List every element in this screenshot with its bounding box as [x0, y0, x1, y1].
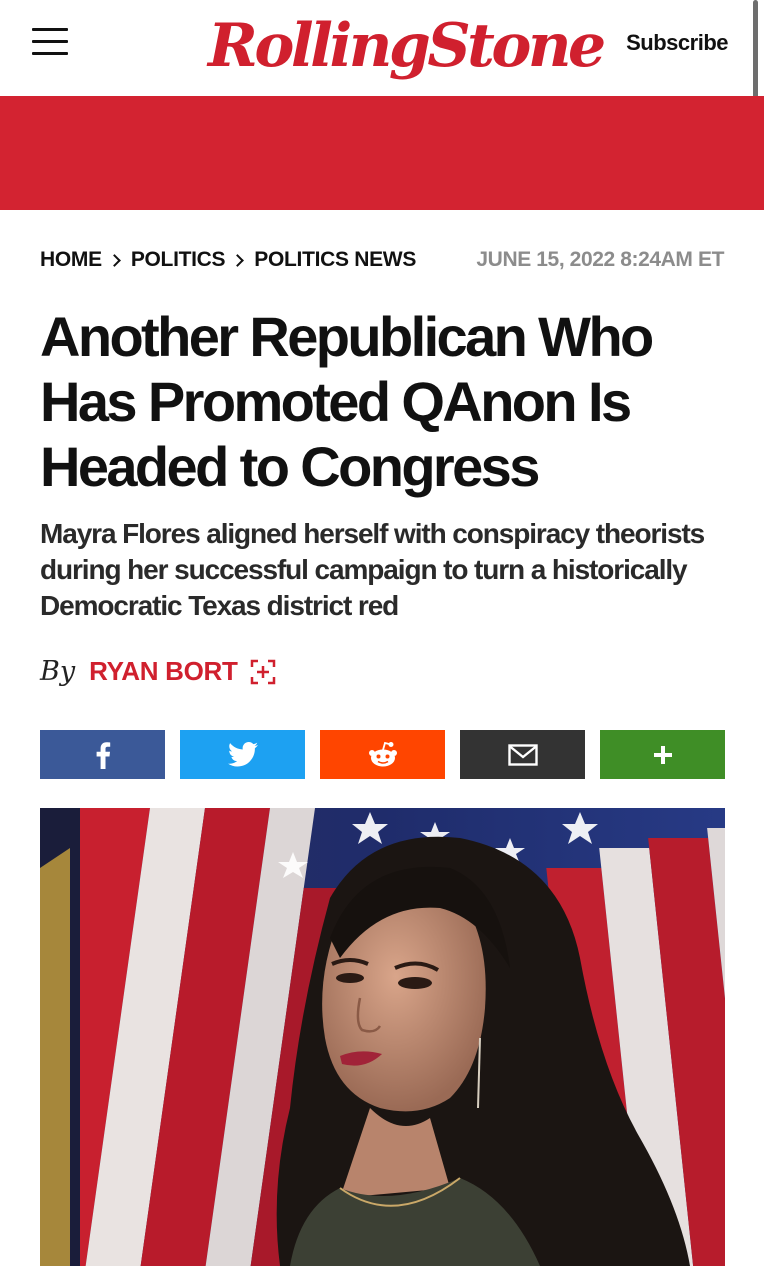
breadcrumb-politics[interactable]: POLITICS — [131, 248, 226, 272]
reddit-share-button[interactable] — [320, 730, 445, 779]
chevron-right-icon — [107, 253, 121, 267]
facebook-share-button[interactable] — [40, 730, 165, 779]
article-subheadline: Mayra Flores aligned herself with conspi… — [40, 518, 705, 621]
publish-date: JUNE 15, 2022 8:24AM ET — [476, 248, 724, 271]
ad-banner — [0, 96, 764, 210]
twitter-share-button[interactable] — [180, 730, 305, 779]
hero-image[interactable] — [40, 808, 725, 1266]
share-bar — [40, 730, 725, 779]
email-icon — [507, 743, 538, 766]
subscribe-link[interactable]: Subscribe — [626, 30, 728, 56]
byline: By RYAN BORT — [40, 656, 276, 687]
author-link[interactable]: RYAN BORT — [89, 656, 238, 687]
breadcrumb-home[interactable]: HOME — [40, 248, 102, 272]
email-share-button[interactable] — [460, 730, 585, 779]
plus-icon — [653, 745, 672, 764]
hamburger-menu-icon[interactable] — [32, 28, 70, 56]
breadcrumb-politics-news[interactable]: POLITICS NEWS — [254, 248, 416, 272]
twitter-icon — [227, 742, 258, 767]
article-headline: Another Republican Who Has Promoted QAno… — [40, 305, 654, 498]
follow-author-plus-icon[interactable] — [250, 659, 276, 685]
photo-woman-in-front-of-american-flags — [40, 808, 725, 1266]
more-share-button[interactable] — [600, 730, 725, 779]
by-label: By — [40, 656, 76, 687]
rolling-stone-logo[interactable]: RollingStone — [208, 6, 606, 86]
breadcrumb: HOME POLITICS POLITICS NEWS — [40, 248, 416, 272]
facebook-icon — [96, 741, 110, 769]
reddit-icon — [368, 741, 397, 766]
site-header: RollingStone Subscribe — [0, 0, 764, 96]
chevron-right-icon — [231, 253, 245, 267]
